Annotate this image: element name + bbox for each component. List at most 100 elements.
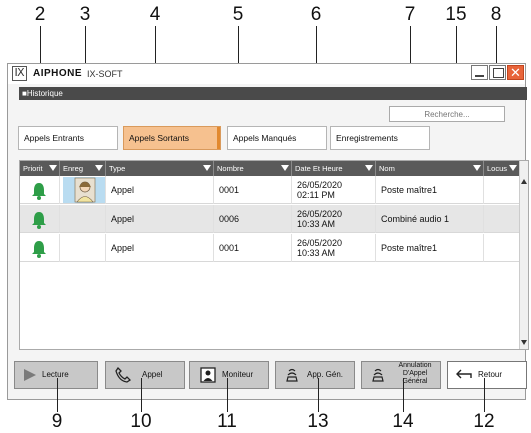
tab-appels-entrants[interactable]: Appels Entrants: [18, 126, 118, 150]
monitor-person-icon: [200, 367, 216, 383]
column-header-locus[interactable]: Locus: [484, 161, 520, 176]
callout-line: [484, 378, 485, 412]
table-row[interactable]: Appel 0001 26/05/2020 10:33 AM Poste maî…: [20, 234, 520, 262]
callout-line: [403, 378, 404, 412]
callout-line: [141, 378, 142, 412]
callout-7: 7: [404, 4, 416, 25]
column-header-datetime[interactable]: Date Et Heure: [292, 161, 376, 176]
number-cell: 0001: [214, 176, 292, 204]
type-cell: Appel: [106, 205, 214, 233]
name-cell: Combiné audio 1: [376, 205, 484, 233]
sort-triangle-icon: [509, 165, 517, 171]
product-name: IX-SOFT: [87, 69, 123, 79]
sort-triangle-icon: [281, 165, 289, 171]
sort-triangle-icon: [203, 165, 211, 171]
column-header-label: Type: [109, 164, 126, 173]
ix-logo-icon: Ⅸ: [12, 66, 27, 81]
column-header-priority[interactable]: Priorit: [20, 161, 60, 176]
appel-general-button[interactable]: App. Gén.: [275, 361, 355, 389]
search-input[interactable]: [389, 106, 505, 122]
title-bar: Ⅸ AIPHONE IX-SOFT ✕: [8, 64, 525, 84]
callout-11: 11: [217, 411, 237, 432]
table-row[interactable]: Appel 0006 26/05/2020 10:33 AM Combiné a…: [20, 205, 520, 233]
sort-triangle-icon: [365, 165, 373, 171]
scroll-down-arrow-icon[interactable]: [521, 340, 527, 345]
type-cell: Appel: [106, 176, 214, 204]
close-button[interactable]: ✕: [507, 65, 524, 80]
name-cell: Poste maître1: [376, 234, 484, 262]
tab-enregistrements[interactable]: Enregistrements: [330, 126, 430, 150]
datetime-cell: 26/05/2020 02:11 PM: [292, 176, 376, 204]
annulation-label-line: Général: [402, 378, 428, 385]
lecture-button[interactable]: Lecture: [14, 361, 98, 389]
datetime-cell: 26/05/2020 10:33 AM: [292, 205, 376, 233]
bell-icon: [32, 212, 46, 229]
callout-line: [318, 378, 319, 412]
number-cell: 0006: [214, 205, 292, 233]
recording-cell: [60, 234, 106, 262]
annulation-label-line: D'Appel: [402, 370, 428, 377]
time-text: 02:11 PM: [297, 190, 335, 200]
callout-4: 4: [149, 4, 161, 25]
section-title: ■Historique: [19, 87, 527, 100]
scroll-up-arrow-icon[interactable]: [521, 179, 527, 184]
name-cell: Poste maître1: [376, 176, 484, 204]
date-text: 26/05/2020: [297, 209, 343, 219]
maximize-button[interactable]: [489, 65, 506, 80]
appel-button[interactable]: Appel: [105, 361, 185, 389]
time-text: 10:33 AM: [297, 219, 336, 229]
table-row[interactable]: Appel 0001 26/05/2020 02:11 PM Poste maî…: [20, 176, 520, 204]
callout-8: 8: [490, 4, 502, 25]
minimize-button[interactable]: [471, 65, 488, 80]
appel-label: Appel: [142, 370, 163, 379]
annulation-appel-general-button[interactable]: Annulation D'Appel Général: [361, 361, 441, 389]
callout-3: 3: [79, 4, 91, 25]
sort-triangle-icon: [49, 165, 57, 171]
play-icon: [24, 369, 36, 381]
locus-cell: [484, 205, 520, 233]
number-cell: 0001: [214, 234, 292, 262]
callout-line: [57, 378, 58, 412]
tab-appels-manques[interactable]: Appels Manqués: [227, 126, 327, 150]
brand-name: AIPHONE: [33, 68, 83, 79]
vertical-scrollbar[interactable]: [519, 161, 528, 349]
appel-general-label: App. Gén.: [307, 370, 344, 379]
column-header-label: Nombre: [217, 164, 244, 173]
callout-15: 15: [445, 4, 467, 25]
annulation-label: Annulation D'Appel Général: [392, 362, 438, 386]
close-icon: ✕: [510, 65, 521, 80]
bell-icon: [32, 241, 46, 258]
app-window: Ⅸ AIPHONE IX-SOFT ✕ ■Historique Appels E…: [7, 63, 529, 400]
recording-cell[interactable]: [60, 176, 106, 204]
callout-6: 6: [310, 4, 322, 25]
paging-speaker-icon: [286, 368, 298, 382]
bell-icon: [32, 183, 46, 200]
sort-triangle-icon: [95, 165, 103, 171]
column-header-label: Nom: [379, 164, 395, 173]
retour-button[interactable]: Retour: [447, 361, 527, 389]
locus-cell: [484, 234, 520, 262]
callout-13: 13: [307, 411, 329, 432]
recording-cell: [60, 205, 106, 233]
moniteur-button[interactable]: Moniteur: [189, 361, 269, 389]
recording-thumbnail[interactable]: [63, 177, 105, 203]
column-header-number[interactable]: Nombre: [214, 161, 292, 176]
callout-2: 2: [34, 4, 46, 25]
tab-appels-sortants[interactable]: Appels Sortants: [123, 126, 221, 150]
callout-12: 12: [473, 411, 495, 432]
callout-9: 9: [51, 411, 63, 432]
column-header-recording[interactable]: Enreg: [60, 161, 106, 176]
column-header-type[interactable]: Type: [106, 161, 214, 176]
priority-cell: [20, 205, 60, 233]
paging-speaker-icon: [372, 368, 384, 382]
phone-icon: [115, 366, 132, 383]
column-header-label: Enreg: [63, 164, 84, 173]
person-image-icon: [74, 177, 96, 203]
history-table: Priorit Enreg Type Nombre Date Et Heure …: [19, 160, 529, 350]
column-header-label: Priorit: [23, 164, 43, 173]
column-header-name[interactable]: Nom: [376, 161, 484, 176]
type-cell: Appel: [106, 234, 214, 262]
callout-line: [227, 378, 228, 412]
lecture-label: Lecture: [42, 370, 69, 379]
return-arrow-icon: [456, 369, 472, 379]
